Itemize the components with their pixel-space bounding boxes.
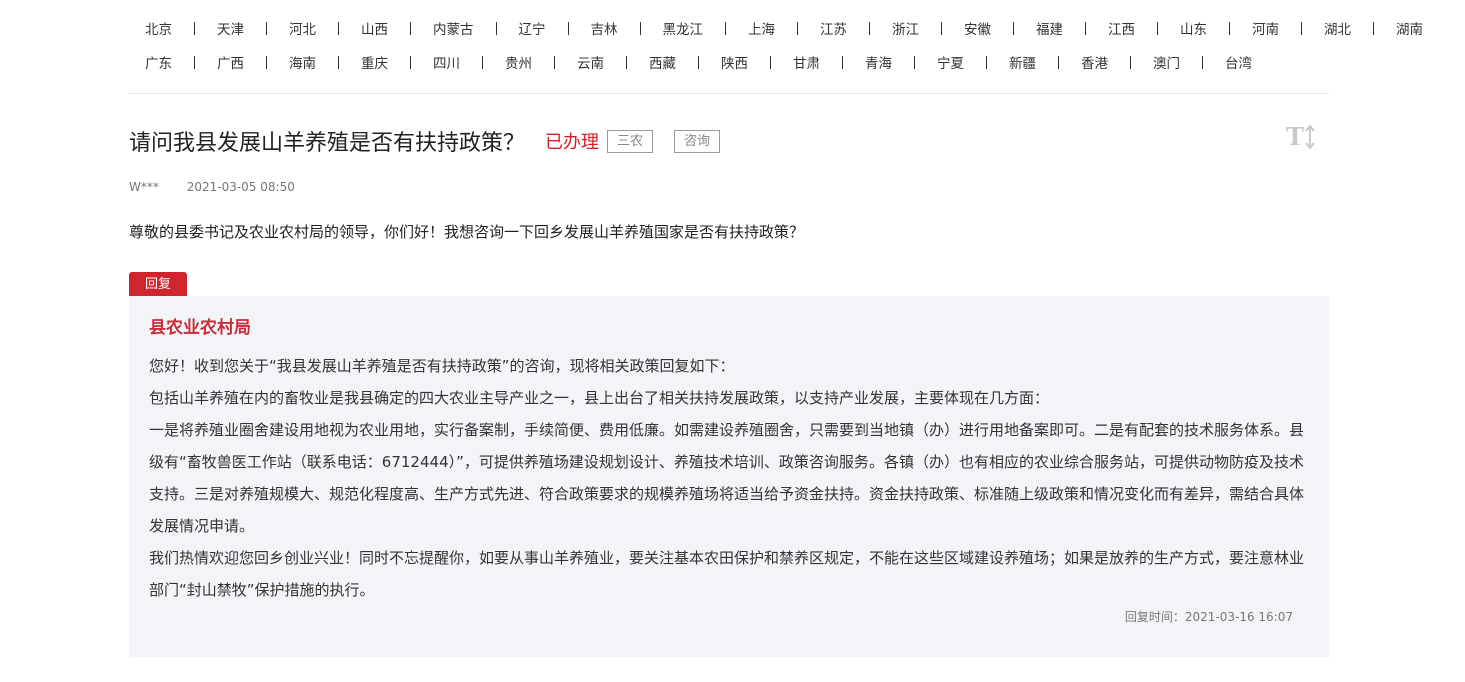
separator (842, 55, 843, 69)
province-link[interactable]: 贵州 (505, 52, 532, 72)
separator (797, 21, 798, 35)
separator (410, 21, 411, 35)
province-link[interactable]: 河北 (289, 18, 316, 38)
question-header: 请问我县发展山羊养殖是否有扶持政策？ 已办理 三农 咨询 T (129, 121, 1329, 161)
separator (986, 55, 987, 69)
separator (194, 55, 195, 69)
separator (770, 55, 771, 69)
reply-department: 县农业农村局 (149, 318, 251, 338)
question-body: 尊敬的县委书记及农业农村局的领导，你们好！我想咨询一下回乡发展山羊养殖国家是否有… (129, 223, 805, 241)
separator (725, 21, 726, 35)
province-link[interactable]: 内蒙古 (433, 18, 474, 38)
separator (410, 55, 411, 69)
province-link[interactable]: 福建 (1036, 18, 1063, 38)
province-link[interactable]: 重庆 (361, 52, 388, 72)
separator (1130, 55, 1131, 69)
province-link[interactable]: 北京 (145, 18, 172, 38)
province-link[interactable]: 青海 (865, 52, 892, 72)
type-tag[interactable]: 咨询 (674, 129, 721, 153)
reply-panel: 县农业农村局 您好！收到您关于“我县发展山羊养殖是否有扶持政策”的咨询，现将相关… (129, 296, 1329, 657)
separator (914, 55, 915, 69)
separator (554, 55, 555, 69)
separator (338, 21, 339, 35)
province-link[interactable]: 宁夏 (937, 52, 964, 72)
nav-divider (129, 93, 1329, 94)
province-link[interactable]: 台湾 (1225, 52, 1252, 72)
province-nav-row-1: 北京 天津 河北 山西 内蒙古 辽宁 吉林 黑龙江 上海 江苏 浙江 安徽 福建… (145, 18, 1423, 38)
province-link[interactable]: 澳门 (1153, 52, 1180, 72)
question-date: 2021-03-05 08:50 (186, 180, 295, 194)
svg-text:T: T (1286, 122, 1304, 151)
province-link[interactable]: 河南 (1252, 18, 1279, 38)
province-nav-row-2: 广东 广西 海南 重庆 四川 贵州 云南 西藏 陕西 甘肃 青海 宁夏 新疆 香… (145, 52, 1252, 72)
province-link[interactable]: 江苏 (820, 18, 847, 38)
province-link[interactable]: 云南 (577, 52, 604, 72)
reply-paragraph: 一是将养殖业圈舍建设用地视为农业用地，实行备案制，手续简便、费用低廉。如需建设养… (149, 421, 1305, 535)
reply-tab: 回复 (129, 272, 187, 296)
separator (698, 55, 699, 69)
reply-timestamp: 回复时间：2021-03-16 16:07 (1125, 608, 1293, 625)
separator (1229, 21, 1230, 35)
province-link[interactable]: 海南 (289, 52, 316, 72)
separator (1058, 55, 1059, 69)
author-name: W*** (129, 180, 159, 194)
province-link[interactable]: 江西 (1108, 18, 1135, 38)
separator (639, 21, 641, 35)
province-link[interactable]: 香港 (1081, 52, 1108, 72)
reply-paragraph: 您好！收到您关于“我县发展山羊养殖是否有扶持政策”的咨询，现将相关政策回复如下： (149, 357, 735, 375)
category-tag[interactable]: 三农 (607, 129, 654, 153)
province-link[interactable]: 山东 (1180, 18, 1207, 38)
province-link[interactable]: 浙江 (892, 18, 919, 38)
reply-content: 您好！收到您关于“我县发展山羊养殖是否有扶持政策”的咨询，现将相关政策回复如下：… (149, 350, 1304, 606)
separator (1301, 21, 1302, 35)
province-link[interactable]: 山西 (361, 18, 388, 38)
question-title: 请问我县发展山羊养殖是否有扶持政策？ (129, 131, 526, 156)
separator (266, 55, 267, 69)
province-link[interactable]: 广西 (217, 52, 244, 72)
text-size-icon[interactable]: T (1285, 121, 1317, 153)
province-link[interactable]: 上海 (748, 18, 775, 38)
reply-time-label: 回复时间： (1124, 610, 1185, 624)
separator (495, 21, 497, 35)
province-link[interactable]: 陕西 (721, 52, 748, 72)
province-link[interactable]: 安徽 (964, 18, 991, 38)
province-link[interactable]: 四川 (433, 52, 460, 72)
reply-paragraph: 我们热情欢迎您回乡创业兴业！同时不忘提醒你，如要从事山羊养殖业，要关注基本农田保… (149, 549, 1305, 599)
province-link[interactable]: 湖北 (1324, 18, 1351, 38)
separator (1373, 21, 1374, 35)
separator (1085, 21, 1086, 35)
province-link[interactable]: 甘肃 (793, 52, 820, 72)
province-link[interactable]: 辽宁 (519, 18, 546, 38)
province-link[interactable]: 广东 (145, 52, 172, 72)
reply-paragraph: 包括山羊养殖在内的畜牧业是我县确定的四大农业主导产业之一，县上出台了相关扶持发展… (149, 389, 1050, 407)
separator (869, 21, 870, 35)
province-link[interactable]: 西藏 (649, 52, 676, 72)
separator (567, 21, 569, 35)
separator (338, 55, 339, 69)
separator (1157, 21, 1158, 35)
province-link[interactable]: 黑龙江 (663, 18, 704, 38)
question-meta: W*** 2021-03-05 08:50 (129, 180, 295, 194)
province-link[interactable]: 吉林 (591, 18, 618, 38)
separator (482, 55, 483, 69)
province-link[interactable]: 新疆 (1009, 52, 1036, 72)
separator (1202, 55, 1203, 69)
separator (1013, 21, 1014, 35)
separator (941, 21, 942, 35)
status-label: 已办理 (545, 132, 600, 153)
province-link[interactable]: 湖南 (1396, 18, 1423, 38)
province-link[interactable]: 天津 (217, 18, 244, 38)
separator (626, 55, 627, 69)
reply-time-value: 2021-03-16 16:07 (1184, 610, 1293, 624)
separator (266, 21, 267, 35)
separator (194, 21, 195, 35)
